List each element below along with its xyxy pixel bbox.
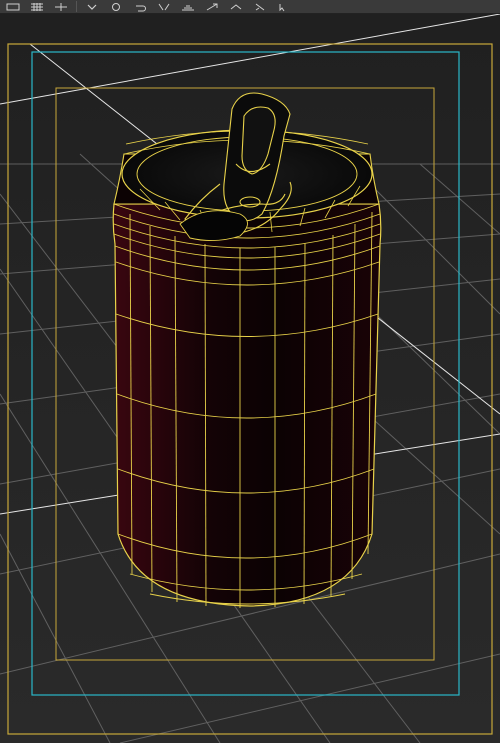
snap-icon[interactable] — [52, 1, 70, 12]
rotate-icon[interactable] — [107, 1, 125, 12]
mirror-icon[interactable] — [155, 1, 173, 12]
pick-icon[interactable] — [251, 1, 269, 12]
undo-icon[interactable] — [131, 1, 149, 12]
select-icon[interactable] — [275, 1, 293, 12]
dropdown-icon[interactable] — [83, 1, 101, 12]
viewport-scene[interactable] — [0, 14, 500, 743]
layer-icon[interactable] — [227, 1, 245, 12]
move-icon[interactable] — [4, 1, 22, 12]
main-toolbar — [0, 0, 500, 14]
align-icon[interactable] — [179, 1, 197, 12]
scale-icon[interactable] — [203, 1, 221, 12]
perspective-viewport[interactable] — [0, 14, 500, 743]
soda-can-model[interactable] — [112, 92, 382, 608]
grid-icon[interactable] — [28, 1, 46, 12]
toolbar-separator — [76, 1, 77, 12]
